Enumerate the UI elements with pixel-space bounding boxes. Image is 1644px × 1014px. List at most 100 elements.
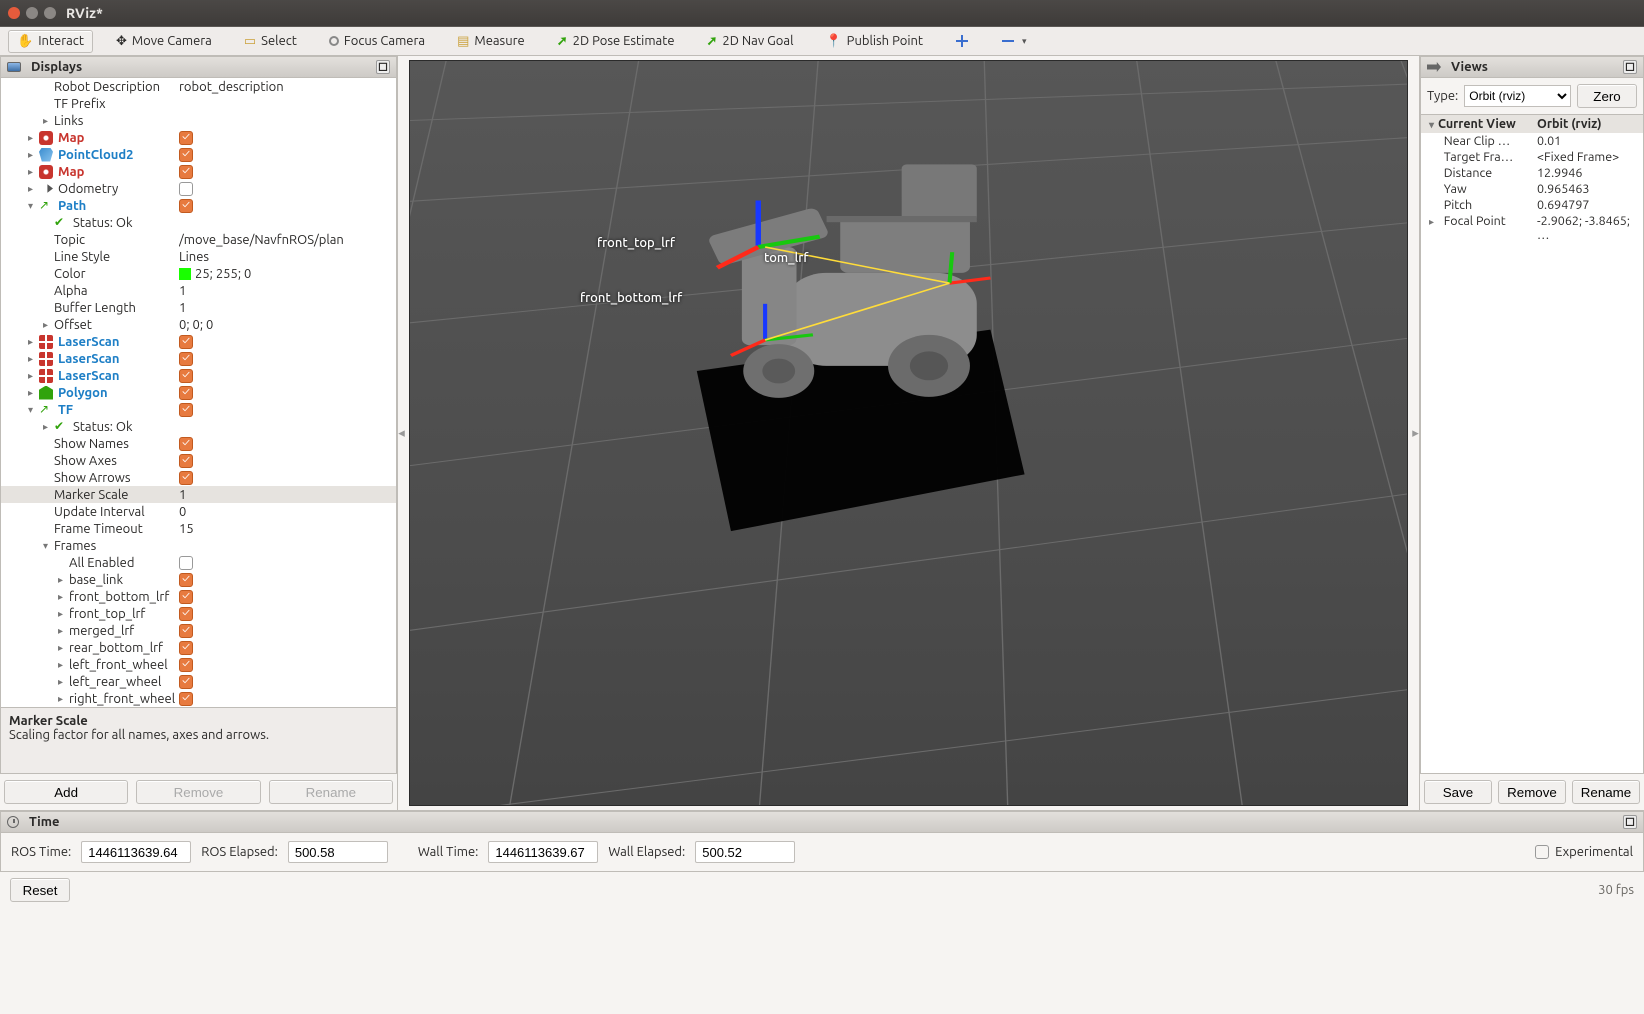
row-checkbox[interactable] <box>179 403 193 417</box>
pose-estimate-tool-button[interactable]: ➚ 2D Pose Estimate <box>548 30 684 53</box>
display-row[interactable]: ▸Offset0; 0; 0 <box>1 316 396 333</box>
row-checkbox[interactable] <box>179 692 193 706</box>
row-checkbox[interactable] <box>179 182 193 196</box>
row-checkbox[interactable] <box>179 658 193 672</box>
view-property-row[interactable]: Near Clip …0.01 <box>1421 133 1643 149</box>
ros-time-input[interactable] <box>81 841 191 863</box>
time-reset-button[interactable]: Reset <box>10 878 70 902</box>
displays-close-button[interactable]: ◻ <box>376 60 390 74</box>
move-camera-tool-button[interactable]: ✥ Move Camera <box>107 30 221 53</box>
display-row[interactable]: ▸LaserScan <box>1 367 396 384</box>
display-row[interactable]: ▸PointCloud2 <box>1 146 396 163</box>
row-checkbox[interactable] <box>179 454 193 468</box>
window-minimize-button[interactable] <box>26 7 38 19</box>
display-row[interactable]: Show Axes <box>1 452 396 469</box>
display-row[interactable]: Line StyleLines <box>1 248 396 265</box>
row-checkbox[interactable] <box>179 165 193 179</box>
nav-goal-tool-button[interactable]: ➚ 2D Nav Goal <box>698 30 803 53</box>
display-row[interactable]: ▸rear_bottom_lrf <box>1 639 396 656</box>
zero-button[interactable]: Zero <box>1577 84 1637 108</box>
row-checkbox[interactable] <box>179 199 193 213</box>
publish-point-tool-button[interactable]: 📍 Publish Point <box>816 30 932 53</box>
view-property-row[interactable]: Target Fra…<Fixed Frame> <box>1421 149 1643 165</box>
display-row[interactable]: ▸Map <box>1 163 396 180</box>
time-panel-header[interactable]: Time ◻ <box>0 811 1644 833</box>
display-row[interactable]: ▸LaserScan <box>1 350 396 367</box>
display-row[interactable]: ▸front_top_lrf <box>1 605 396 622</box>
render-view[interactable]: front_top_lrf tom_lrf front_bottom_lrf <box>409 60 1408 806</box>
display-row[interactable]: ▸Map <box>1 129 396 146</box>
right-splitter[interactable]: ▸ <box>1412 56 1419 810</box>
interact-tool-button[interactable]: ✋ Interact <box>8 30 93 53</box>
views-close-button[interactable]: ◻ <box>1623 60 1637 74</box>
display-row[interactable]: ▾↗Path <box>1 197 396 214</box>
row-checkbox[interactable] <box>179 335 193 349</box>
display-row[interactable]: Update Interval0 <box>1 503 396 520</box>
rename-display-button[interactable]: Rename <box>269 780 393 804</box>
display-row[interactable]: Topic/move_base/NavfnROS/plan <box>1 231 396 248</box>
display-row[interactable]: Alpha1 <box>1 282 396 299</box>
display-row[interactable]: ✔Status: Ok <box>1 214 396 231</box>
display-row[interactable]: ▸Polygon <box>1 384 396 401</box>
views-tree[interactable]: ▾Current View Orbit (rviz) Near Clip …0.… <box>1420 115 1644 774</box>
row-checkbox[interactable] <box>179 675 193 689</box>
views-save-button[interactable]: Save <box>1424 780 1492 804</box>
display-row[interactable]: ▸front_bottom_lrf <box>1 588 396 605</box>
views-panel-header[interactable]: Views ◻ <box>1420 56 1644 78</box>
experimental-toggle[interactable]: Experimental <box>1535 845 1633 859</box>
display-row[interactable]: ▸base_link <box>1 571 396 588</box>
views-remove-button[interactable]: Remove <box>1498 780 1566 804</box>
view-property-row[interactable]: ▸ Focal Point-2.9062; -3.8465; … <box>1421 213 1643 243</box>
wall-time-input[interactable] <box>488 841 598 863</box>
row-checkbox[interactable] <box>179 471 193 485</box>
display-row[interactable]: ▾↗TF <box>1 401 396 418</box>
view-property-row[interactable]: Distance12.9946 <box>1421 165 1643 181</box>
row-checkbox[interactable] <box>179 573 193 587</box>
display-row[interactable]: ▸left_rear_wheel <box>1 673 396 690</box>
toolbar-plus-button[interactable] <box>946 30 978 52</box>
view-type-select[interactable]: Orbit (rviz) <box>1464 85 1571 107</box>
window-close-button[interactable] <box>8 7 20 19</box>
display-row[interactable]: Marker Scale1 <box>1 486 396 503</box>
select-tool-button[interactable]: ▭ Select <box>235 30 306 53</box>
wall-elapsed-input[interactable] <box>695 841 795 863</box>
display-row[interactable]: Buffer Length1 <box>1 299 396 316</box>
display-row[interactable]: ▸Odometry <box>1 180 396 197</box>
row-checkbox[interactable] <box>179 131 193 145</box>
row-checkbox[interactable] <box>179 590 193 604</box>
ros-elapsed-input[interactable] <box>288 841 388 863</box>
row-checkbox[interactable] <box>179 386 193 400</box>
display-row[interactable]: ▾Frames <box>1 537 396 554</box>
time-close-button[interactable]: ◻ <box>1623 815 1637 829</box>
toolbar-minus-dropdown[interactable] <box>992 30 1036 52</box>
displays-tree[interactable]: Robot Descriptionrobot_descriptionTF Pre… <box>1 78 396 707</box>
focus-camera-tool-button[interactable]: Focus Camera <box>320 30 434 52</box>
left-splitter[interactable]: ◂ <box>398 56 405 810</box>
measure-tool-button[interactable]: ▤ Measure <box>448 30 534 53</box>
window-maximize-button[interactable] <box>44 7 56 19</box>
row-checkbox[interactable] <box>179 148 193 162</box>
row-checkbox[interactable] <box>179 641 193 655</box>
row-checkbox[interactable] <box>179 352 193 366</box>
display-row[interactable]: Show Names <box>1 435 396 452</box>
row-checkbox[interactable] <box>179 624 193 638</box>
display-row[interactable]: ▸right_front_wheel <box>1 690 396 707</box>
row-checkbox[interactable] <box>179 556 193 570</box>
display-row[interactable]: Color25; 255; 0 <box>1 265 396 282</box>
remove-display-button[interactable]: Remove <box>136 780 260 804</box>
displays-panel-header[interactable]: Displays ◻ <box>0 56 397 78</box>
add-display-button[interactable]: Add <box>4 780 128 804</box>
display-row[interactable]: ▸left_front_wheel <box>1 656 396 673</box>
experimental-checkbox[interactable] <box>1535 845 1549 859</box>
display-row[interactable]: ▸Links <box>1 112 396 129</box>
display-row[interactable]: TF Prefix <box>1 95 396 112</box>
display-row[interactable]: ▸LaserScan <box>1 333 396 350</box>
row-checkbox[interactable] <box>179 437 193 451</box>
display-row[interactable]: ▸✔Status: Ok <box>1 418 396 435</box>
view-property-row[interactable]: Pitch0.694797 <box>1421 197 1643 213</box>
display-row[interactable]: Show Arrows <box>1 469 396 486</box>
view-property-row[interactable]: Yaw0.965463 <box>1421 181 1643 197</box>
display-row[interactable]: Robot Descriptionrobot_description <box>1 78 396 95</box>
row-checkbox[interactable] <box>179 369 193 383</box>
display-row[interactable]: Frame Timeout15 <box>1 520 396 537</box>
